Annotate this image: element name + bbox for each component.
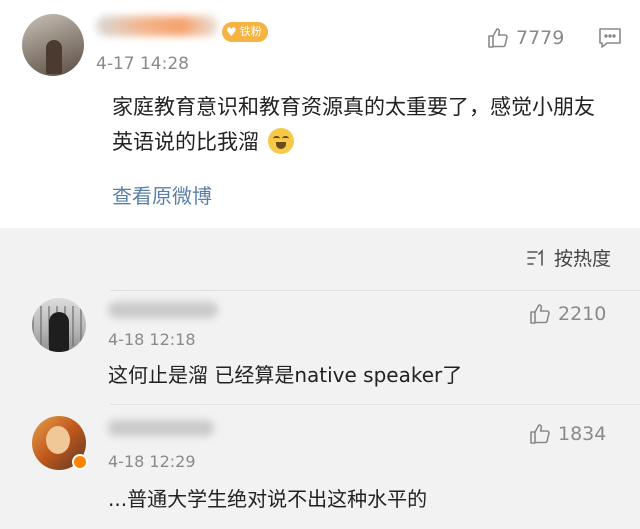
thumbs-up-icon — [488, 28, 508, 48]
divider — [110, 404, 640, 405]
vip-badge-icon — [72, 454, 88, 470]
divider — [110, 290, 640, 291]
like-count: 2210 — [558, 303, 607, 325]
comment-body: 家庭教育意识和教育资源真的太重要了，感觉小朋友英语说的比我溜 — [112, 95, 595, 154]
like-button[interactable]: 2210 — [528, 302, 606, 326]
sort-icon — [527, 248, 543, 266]
like-count: 7779 — [516, 27, 565, 49]
reply-text: ...普通大学生绝对说不出这种水平的 — [108, 487, 428, 511]
sort-by-hot-button[interactable]: 按热度 — [526, 244, 611, 271]
heart-icon: ♥ — [226, 25, 237, 39]
reply-item: 4-18 12:29 1834 ...普通大学生绝对说不出这种水平的 — [0, 404, 640, 518]
avatar[interactable] — [32, 298, 86, 352]
like-button[interactable]: 1834 — [528, 422, 606, 446]
view-original-link[interactable]: 查看原微博 — [112, 180, 212, 209]
comment-text: 家庭教育意识和教育资源真的太重要了，感觉小朋友英语说的比我溜 — [112, 90, 612, 160]
thumbs-up-icon — [530, 424, 550, 444]
username-blurred[interactable] — [108, 420, 214, 436]
timestamp: 4-18 12:18 — [108, 330, 196, 349]
avatar[interactable] — [22, 14, 84, 76]
laugh-cry-emoji-icon — [267, 128, 294, 154]
avatar-figure — [46, 40, 62, 74]
username-blurred[interactable] — [96, 16, 218, 36]
thumbs-up-icon — [530, 304, 550, 324]
timestamp: 4-17 14:28 — [96, 54, 189, 74]
avatar-face — [46, 426, 70, 454]
fan-badge[interactable]: ♥ 铁粉 — [222, 22, 268, 42]
timestamp: 4-18 12:29 — [108, 452, 196, 471]
comment-more-icon[interactable] — [598, 27, 622, 49]
fan-badge-label: 铁粉 — [239, 25, 262, 38]
username-blurred[interactable] — [108, 302, 218, 318]
like-button[interactable]: 7779 — [486, 26, 564, 50]
reply-item: 4-18 12:18 2210 这何止是溜 已经算是native speaker… — [0, 290, 640, 404]
avatar-person — [49, 312, 69, 352]
sort-label: 按热度 — [554, 248, 612, 270]
reply-text: 这何止是溜 已经算是native speaker了 — [108, 363, 463, 387]
main-comment-card: ♥ 铁粉 4-17 14:28 7779 家庭教育意识和教育资源真的太重要了，感… — [0, 0, 640, 228]
like-count: 1834 — [558, 423, 607, 445]
